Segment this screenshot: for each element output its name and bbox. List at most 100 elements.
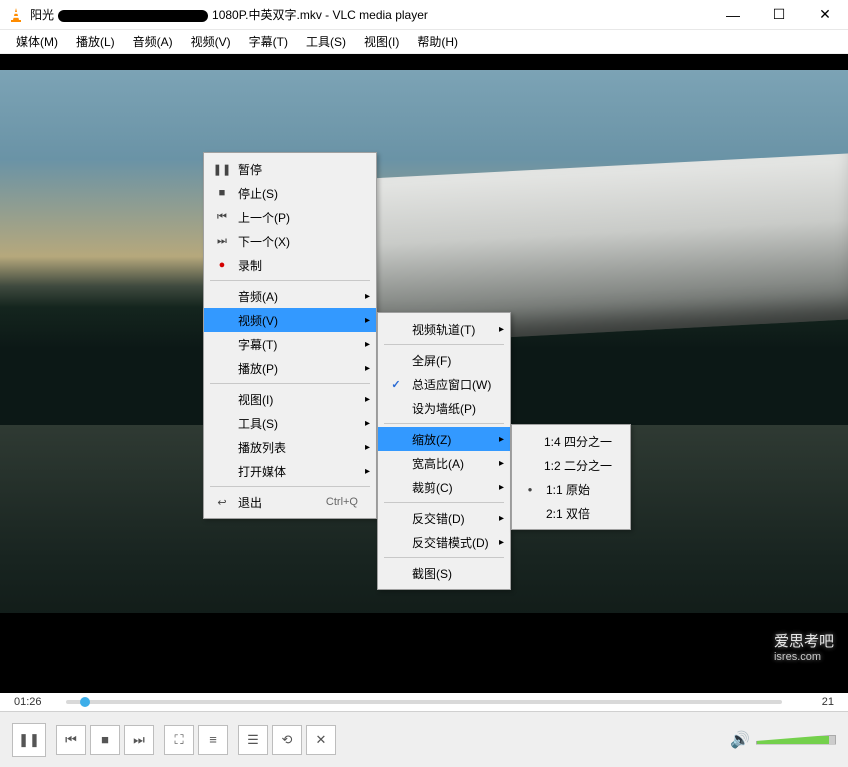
maximize-button[interactable]: ☐	[756, 0, 802, 30]
ctx-video-item-8[interactable]: 裁剪(C)	[378, 475, 510, 499]
ctx-video-item-3[interactable]: 总适应窗口(W)	[378, 372, 510, 396]
mute-icon[interactable]: 🔊	[730, 730, 750, 750]
extended-settings-button[interactable]: ≡	[198, 725, 228, 755]
context-menu-main: ❚❚暂停■停止(S)⏮上一个(P)⏭下一个(X)●录制音频(A)视频(V)字幕(…	[203, 152, 377, 519]
menu-media[interactable]: 媒体(M)	[8, 30, 66, 53]
letterbox-top	[0, 54, 848, 70]
ctx-main-item-4[interactable]: ●录制	[204, 253, 376, 277]
context-menu-zoom: 1:4 四分之一 1:2 二分之一 1:1 原始 2:1 双倍	[511, 424, 631, 530]
menu-item-label: 音频(A)	[234, 288, 358, 305]
next-button[interactable]: ⏭	[124, 725, 154, 755]
menu-item-label: 截图(S)	[408, 565, 492, 582]
close-button[interactable]: ✕	[802, 0, 848, 30]
stop-button[interactable]: ■	[90, 725, 120, 755]
minimize-button[interactable]: —	[710, 0, 756, 30]
ctx-video-item-2[interactable]: 全屏(F)	[378, 348, 510, 372]
menu-tools[interactable]: 工具(S)	[298, 30, 354, 53]
ctx-video-item-4[interactable]: 设为墙纸(P)	[378, 396, 510, 420]
ctx-zoom-item-3[interactable]: 2:1 双倍	[512, 501, 630, 525]
menu-separator	[210, 486, 370, 487]
menu-item-label: 上一个(P)	[234, 209, 358, 226]
menu-item-label: 视频轨道(T)	[408, 321, 492, 338]
menu-item-label: 播放列表	[234, 439, 358, 456]
fullscreen-button[interactable]: ⛶	[164, 725, 194, 755]
time-total[interactable]: 21	[788, 696, 834, 708]
menu-view[interactable]: 视图(I)	[356, 30, 407, 53]
ctx-main-item-8[interactable]: 字幕(T)	[204, 332, 376, 356]
play-pause-button[interactable]: ❚❚	[12, 723, 46, 757]
seek-row: 01:26 21	[0, 693, 848, 711]
menu-item-label: 视频(V)	[234, 312, 358, 329]
menubar: 媒体(M) 播放(L) 音频(A) 视频(V) 字幕(T) 工具(S) 视图(I…	[0, 30, 848, 54]
ctx-video-item-6[interactable]: 缩放(Z)	[378, 427, 510, 451]
menu-item-label: 录制	[234, 257, 358, 274]
ctx-main-item-13[interactable]: 播放列表	[204, 435, 376, 459]
menu-item-label: 打开媒体	[234, 463, 358, 480]
menu-item-label: 反交错(D)	[408, 510, 492, 527]
menu-item-label: 裁剪(C)	[408, 479, 492, 496]
menu-item-label: 1:2 二分之一	[540, 457, 612, 474]
menu-item-label: 工具(S)	[234, 415, 358, 432]
time-elapsed[interactable]: 01:26	[14, 696, 60, 708]
menu-icon: ■	[210, 187, 234, 199]
menu-separator	[210, 383, 370, 384]
menu-separator	[384, 344, 504, 345]
ctx-video-item-10[interactable]: 反交错(D)	[378, 506, 510, 530]
shuffle-button[interactable]: ✕	[306, 725, 336, 755]
title-redacted	[58, 10, 208, 22]
ctx-video-item-7[interactable]: 宽高比(A)	[378, 451, 510, 475]
menu-item-label: 缩放(Z)	[408, 431, 492, 448]
ctx-zoom-item-1[interactable]: 1:2 二分之一	[512, 453, 630, 477]
seek-slider[interactable]	[66, 700, 782, 704]
letterbox-bottom	[0, 613, 848, 693]
menu-help[interactable]: 帮助(H)	[409, 30, 466, 53]
ctx-main-item-1[interactable]: ■停止(S)	[204, 181, 376, 205]
ctx-main-item-0[interactable]: ❚❚暂停	[204, 157, 376, 181]
menu-video[interactable]: 视频(V)	[183, 30, 239, 53]
menu-item-label: 暂停	[234, 161, 358, 178]
menu-item-label: 总适应窗口(W)	[408, 376, 492, 393]
ctx-main-item-12[interactable]: 工具(S)	[204, 411, 376, 435]
menu-playback[interactable]: 播放(L)	[68, 30, 123, 53]
menu-item-label: 全屏(F)	[408, 352, 492, 369]
ctx-main-item-6[interactable]: 音频(A)	[204, 284, 376, 308]
ctx-main-item-2[interactable]: ⏮上一个(P)	[204, 205, 376, 229]
context-menu-video: 视频轨道(T) 全屏(F) 总适应窗口(W) 设为墙纸(P) 缩放(Z) 宽高比(A) 裁剪…	[377, 312, 511, 590]
menu-item-label: 1:4 四分之一	[540, 433, 612, 450]
menu-item-label: 宽高比(A)	[408, 455, 492, 472]
menu-separator	[210, 280, 370, 281]
menu-item-label: 停止(S)	[234, 185, 358, 202]
prev-button[interactable]: ⏮	[56, 725, 86, 755]
menu-icon: ↩	[210, 496, 234, 509]
volume-slider[interactable]	[756, 735, 836, 745]
ctx-main-item-9[interactable]: 播放(P)	[204, 356, 376, 380]
ctx-main-item-11[interactable]: 视图(I)	[204, 387, 376, 411]
ctx-main-item-16[interactable]: ↩退出Ctrl+Q	[204, 490, 376, 514]
control-bar: ❚❚ ⏮ ■ ⏭ ⛶ ≡ ☰ ⟲ ✕ 🔊	[0, 711, 848, 767]
titlebar: 阳光1080P.中英双字.mkv - VLC media player — ☐ …	[0, 0, 848, 30]
menu-item-label: 下一个(X)	[234, 233, 358, 250]
menu-icon: ●	[210, 259, 234, 271]
window-title: 阳光1080P.中英双字.mkv - VLC media player	[30, 6, 710, 23]
bullet-icon	[518, 485, 542, 494]
ctx-zoom-item-0[interactable]: 1:4 四分之一	[512, 429, 630, 453]
shortcut-label: Ctrl+Q	[326, 496, 358, 508]
menu-audio[interactable]: 音频(A)	[125, 30, 181, 53]
ctx-main-item-14[interactable]: 打开媒体	[204, 459, 376, 483]
menu-separator	[384, 502, 504, 503]
ctx-main-item-7[interactable]: 视频(V)	[204, 308, 376, 332]
menu-item-label: 播放(P)	[234, 360, 358, 377]
ctx-video-item-13[interactable]: 截图(S)	[378, 561, 510, 585]
ctx-video-item-0[interactable]: 视频轨道(T)	[378, 317, 510, 341]
ctx-zoom-item-2[interactable]: 1:1 原始	[512, 477, 630, 501]
menu-item-label: 2:1 双倍	[542, 505, 612, 522]
loop-button[interactable]: ⟲	[272, 725, 302, 755]
video-area[interactable]: 爱思考吧isres.com ❚❚暂停■停止(S)⏮上一个(P)⏭下一个(X)●录…	[0, 54, 848, 693]
menu-icon: ⏮	[210, 211, 234, 224]
seek-thumb[interactable]	[80, 697, 90, 707]
menu-icon: ❚❚	[210, 163, 234, 176]
ctx-main-item-3[interactable]: ⏭下一个(X)	[204, 229, 376, 253]
ctx-video-item-11[interactable]: 反交错模式(D)	[378, 530, 510, 554]
menu-subtitle[interactable]: 字幕(T)	[241, 30, 296, 53]
playlist-button[interactable]: ☰	[238, 725, 268, 755]
